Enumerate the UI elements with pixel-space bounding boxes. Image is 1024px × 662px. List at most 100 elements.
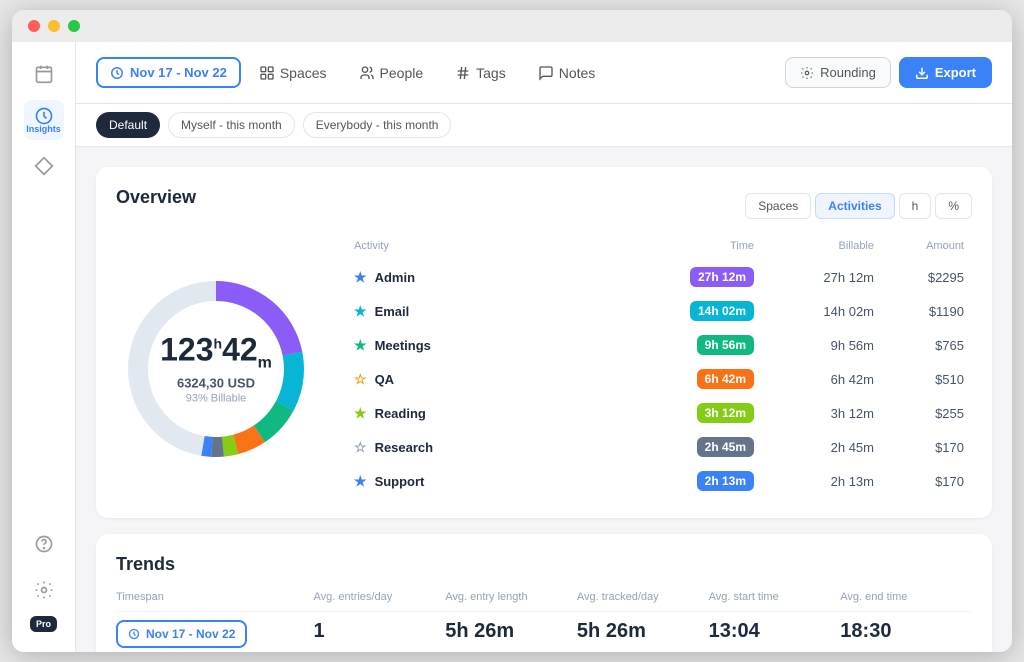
star-icon: ★ (354, 269, 367, 286)
trends-col-entries: Avg. entries/day (314, 591, 446, 611)
export-label: Export (935, 65, 976, 80)
overview-header: Overview Spaces Activities h % (116, 187, 972, 224)
table-row: ★ Meetings 9h 56m 9h 56m $765 (346, 328, 972, 362)
sidebar-item-help[interactable] (24, 524, 64, 564)
activity-name-support: ★ Support (354, 473, 634, 490)
time-badge: 14h 02m (690, 301, 754, 321)
billable-time: 14h 02m (754, 304, 874, 319)
overview-title: Overview (116, 187, 196, 208)
trends-avg-tracked: 5h 26m (577, 611, 709, 652)
overview-card: Overview Spaces Activities h % (96, 167, 992, 518)
nav-tags[interactable]: Tags (441, 59, 520, 87)
close-dot[interactable] (28, 20, 40, 32)
activity-table: Activity Time Billable Amount ★ Admin 27… (346, 240, 972, 498)
table-row: ☆ QA 6h 42m 6h 42m $510 (346, 362, 972, 396)
trends-avg-start: 13:04 (709, 611, 841, 652)
rounding-label: Rounding (820, 65, 876, 80)
time-col: 9h 56m (634, 335, 754, 355)
amount: $765 (874, 338, 964, 353)
minimize-dot[interactable] (48, 20, 60, 32)
star-icon: ☆ (354, 371, 367, 388)
donut-chart: 123h42m 6324,30 USD 93% Billable (116, 269, 316, 469)
sidebar: Insights Pro (12, 42, 76, 652)
activity-label: QA (375, 372, 395, 387)
nav-people-label: People (380, 65, 424, 81)
time-badge: 9h 56m (697, 335, 754, 355)
trends-col-timespan: Timespan (116, 591, 314, 611)
trends-date: Nov 17 - Nov 22 (116, 611, 314, 652)
time-col: 27h 12m (634, 267, 754, 287)
time-col: 3h 12m (634, 403, 754, 423)
trends-col-tracked: Avg. tracked/day (577, 591, 709, 611)
trends-col-length: Avg. entry length (445, 591, 577, 611)
activity-name-qa: ☆ QA (354, 371, 634, 388)
filter-myself[interactable]: Myself - this month (168, 112, 295, 138)
amount: $170 (874, 474, 964, 489)
star-icon: ☆ (354, 439, 367, 456)
billable-time: 6h 42m (754, 372, 874, 387)
star-icon: ★ (354, 405, 367, 422)
activity-name-admin: ★ Admin (354, 269, 634, 286)
activity-label: Reading (375, 406, 426, 421)
rounding-button[interactable]: Rounding (785, 57, 891, 88)
donut-usd: 6324,30 USD (160, 376, 272, 391)
app-body: Insights Pro (12, 42, 1012, 652)
star-icon: ★ (354, 337, 367, 354)
activity-rows: ★ Admin 27h 12m 27h 12m $2295 ★ Email 14… (346, 260, 972, 498)
trends-date-button[interactable]: Nov 17 - Nov 22 (116, 620, 247, 648)
nav-spaces[interactable]: Spaces (245, 59, 341, 87)
trends-col-end: Avg. end time (840, 591, 972, 611)
toggle-spaces[interactable]: Spaces (745, 193, 811, 219)
export-button[interactable]: Export (899, 57, 992, 88)
nav-people[interactable]: People (345, 59, 438, 87)
trends-table: Timespan Avg. entries/day Avg. entry len… (116, 591, 972, 652)
col-billable: Billable (754, 240, 874, 252)
trends-avg-end: 18:30 (840, 611, 972, 652)
sidebar-item-insights[interactable]: Insights (24, 100, 64, 140)
toggle-hours[interactable]: h (899, 193, 932, 219)
date-range-button[interactable]: Nov 17 - Nov 22 (96, 57, 241, 88)
trends-date-label: Nov 17 - Nov 22 (146, 627, 235, 641)
nav-tags-label: Tags (476, 65, 506, 81)
maximize-dot[interactable] (68, 20, 80, 32)
billable-time: 3h 12m (754, 406, 874, 421)
time-badge: 2h 45m (697, 437, 754, 457)
time-badge: 6h 42m (697, 369, 754, 389)
star-icon: ★ (354, 473, 367, 490)
activity-label: Research (375, 440, 434, 455)
table-row: ★ Email 14h 02m 14h 02m $1190 (346, 294, 972, 328)
billable-time: 9h 56m (754, 338, 874, 353)
filter-default[interactable]: Default (96, 112, 160, 138)
activity-name-email: ★ Email (354, 303, 634, 320)
sidebar-item-settings[interactable] (24, 570, 64, 610)
trends-avg-entries: 1 (314, 611, 446, 652)
insights-label: Insights (26, 124, 61, 134)
activity-label: Admin (375, 270, 415, 285)
billable-time: 2h 13m (754, 474, 874, 489)
activity-label: Meetings (375, 338, 431, 353)
billable-time: 27h 12m (754, 270, 874, 285)
app-window: Insights Pro (12, 10, 1012, 652)
amount: $1190 (874, 304, 964, 319)
table-row: ★ Admin 27h 12m 27h 12m $2295 (346, 260, 972, 294)
header-actions: Rounding Export (785, 57, 992, 88)
toggle-percent[interactable]: % (935, 193, 972, 219)
pro-badge: Pro (30, 616, 57, 632)
donut-billable: 93% Billable (160, 393, 272, 405)
time-col: 6h 42m (634, 369, 754, 389)
amount: $255 (874, 406, 964, 421)
header: Nov 17 - Nov 22 Spaces People Tags (76, 42, 1012, 104)
filter-bar: Default Myself - this month Everybody - … (76, 104, 1012, 147)
sidebar-item-diamond[interactable] (24, 146, 64, 186)
time-badge: 3h 12m (697, 403, 754, 423)
filter-everybody[interactable]: Everybody - this month (303, 112, 452, 138)
content-area: Overview Spaces Activities h % (76, 147, 1012, 652)
toggle-activities[interactable]: Activities (815, 193, 894, 219)
time-badge: 27h 12m (690, 267, 754, 287)
sidebar-item-calendar[interactable] (24, 54, 64, 94)
donut-hours: 123h42m (160, 333, 272, 371)
view-toggle: Spaces Activities h % (745, 193, 972, 219)
trends-title: Trends (116, 554, 972, 575)
nav-notes[interactable]: Notes (524, 59, 610, 87)
table-row: ★ Support 2h 13m 2h 13m $170 (346, 464, 972, 498)
